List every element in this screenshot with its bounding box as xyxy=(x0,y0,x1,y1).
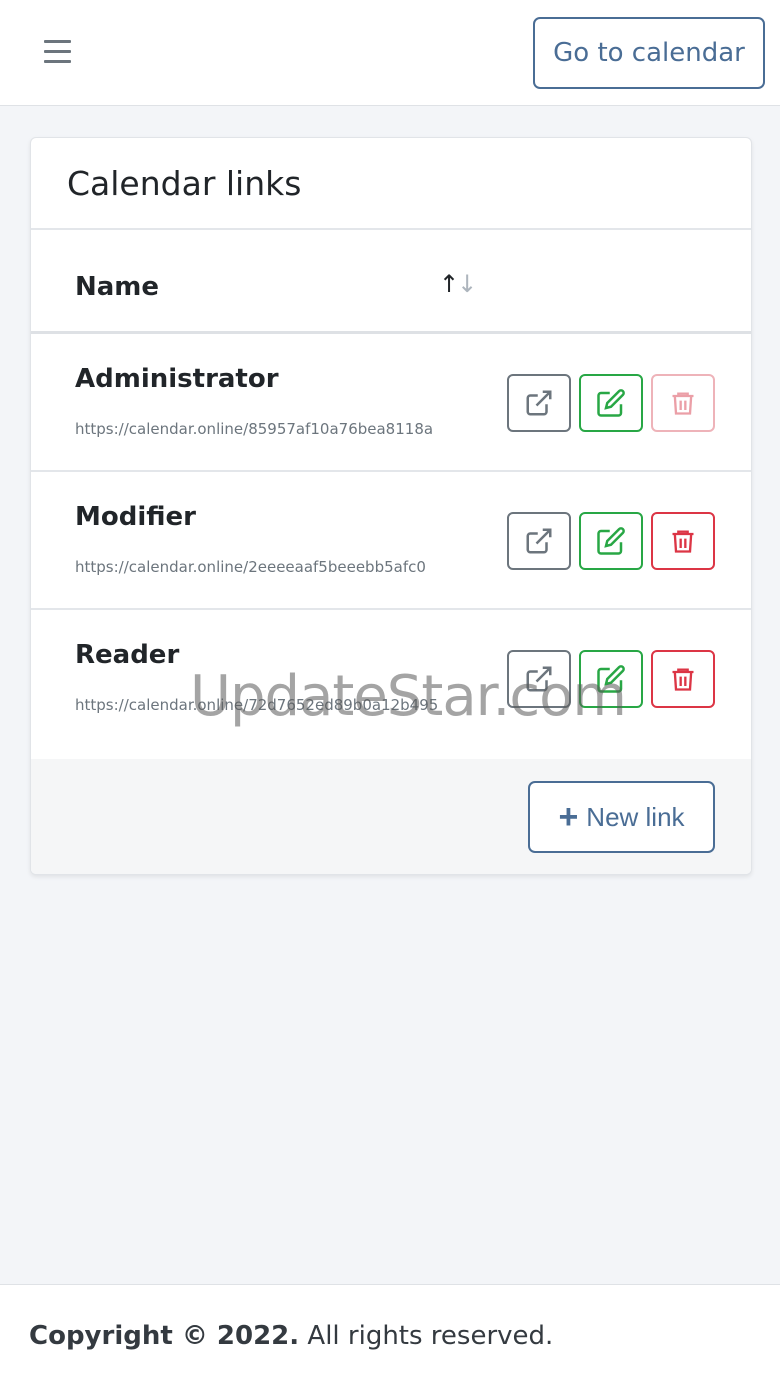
delete-link-button[interactable] xyxy=(651,512,715,570)
delete-link-button[interactable] xyxy=(651,374,715,432)
copyright-bold: Copyright © 2022. xyxy=(29,1321,300,1351)
trash-icon xyxy=(672,392,694,415)
page-title: Calendar links xyxy=(67,163,302,203)
trash-icon xyxy=(672,668,694,691)
table-row: Modifier https://calendar.online/2eeeeaa… xyxy=(31,472,751,610)
edit-link-button[interactable] xyxy=(579,374,643,432)
top-bar: Go to calendar xyxy=(0,0,780,106)
go-to-calendar-button[interactable]: Go to calendar xyxy=(533,17,765,89)
hamburger-icon[interactable] xyxy=(42,40,74,66)
trash-icon xyxy=(672,530,694,553)
row-actions xyxy=(507,650,715,708)
sort-icon[interactable]: ↑↓ xyxy=(439,270,477,298)
link-name: Administrator xyxy=(75,364,279,394)
row-actions xyxy=(507,512,715,570)
card-header: Calendar links xyxy=(31,138,751,230)
edit-icon xyxy=(597,665,625,693)
edit-link-button[interactable] xyxy=(579,512,643,570)
table-header: Name ↑↓ xyxy=(31,230,751,334)
open-link-button[interactable] xyxy=(507,512,571,570)
calendar-links-card: Calendar links Name ↑↓ Administrator htt… xyxy=(30,137,752,875)
link-name: Reader xyxy=(75,640,180,670)
copyright-text: Copyright © 2022. All rights reserved. xyxy=(29,1321,553,1351)
edit-icon xyxy=(597,527,625,555)
new-link-label: New link xyxy=(586,801,685,832)
column-name-header: Name xyxy=(75,272,160,302)
link-name: Modifier xyxy=(75,502,196,532)
plus-icon: + xyxy=(558,798,579,836)
new-link-button[interactable]: + New link xyxy=(528,781,715,853)
link-url: https://calendar.online/72d7652ed89b0a12… xyxy=(75,696,439,714)
link-url: https://calendar.online/2eeeeaaf5beeebb5… xyxy=(75,558,426,576)
open-link-button[interactable] xyxy=(507,650,571,708)
link-url: https://calendar.online/85957af10a76bea8… xyxy=(75,420,434,438)
open-link-button[interactable] xyxy=(507,374,571,432)
delete-link-button[interactable] xyxy=(651,650,715,708)
copyright-rest: All rights reserved. xyxy=(307,1321,554,1351)
edit-icon xyxy=(597,389,625,417)
edit-link-button[interactable] xyxy=(579,650,643,708)
table-row: Reader https://calendar.online/72d7652ed… xyxy=(31,610,751,748)
external-link-icon xyxy=(526,390,552,416)
external-link-icon xyxy=(526,666,552,692)
table-row: Administrator https://calendar.online/85… xyxy=(31,334,751,472)
row-actions xyxy=(507,374,715,432)
page-footer: Copyright © 2022. All rights reserved. xyxy=(0,1284,780,1387)
card-footer: + New link xyxy=(31,759,751,874)
external-link-icon xyxy=(526,528,552,554)
